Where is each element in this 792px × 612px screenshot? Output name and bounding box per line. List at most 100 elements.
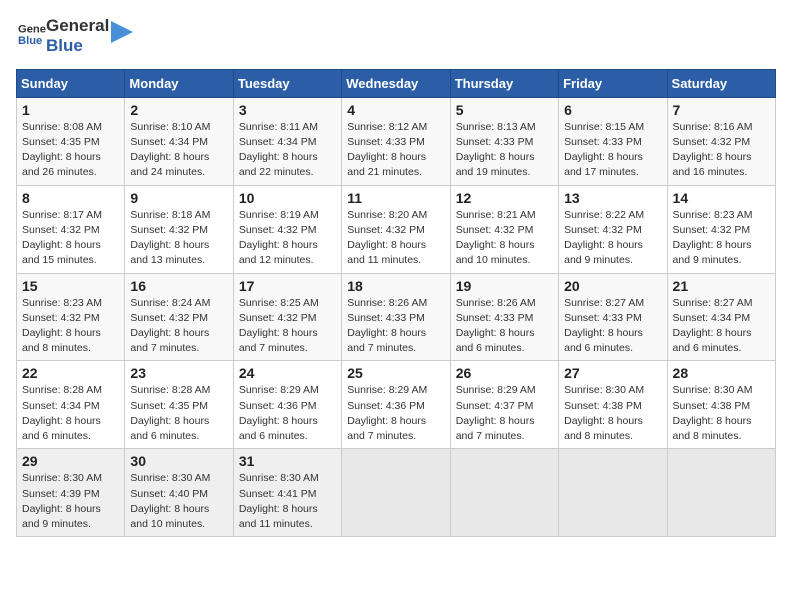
day-info: Sunrise: 8:29 AMSunset: 4:36 PMDaylight:… [239,384,319,442]
calendar-week-row: 15Sunrise: 8:23 AMSunset: 4:32 PMDayligh… [17,273,776,361]
calendar-cell: 26 Sunrise: 8:29 AMSunset: 4:37 PMDayligh… [450,361,558,449]
day-info: Sunrise: 8:21 AMSunset: 4:32 PMDaylight:… [456,209,536,267]
day-info: Sunrise: 8:18 AMSunset: 4:32 PMDaylight:… [130,209,210,267]
day-info: Sunrise: 8:22 AMSunset: 4:32 PMDaylight:… [564,209,644,267]
day-info: Sunrise: 8:30 AMSunset: 4:41 PMDaylight:… [239,472,319,530]
day-info: Sunrise: 8:13 AMSunset: 4:33 PMDaylight:… [456,121,536,179]
calendar-cell [559,449,667,537]
calendar-cell: 2Sunrise: 8:10 AMSunset: 4:34 PMDaylight… [125,97,233,185]
day-info: Sunrise: 8:28 AMSunset: 4:34 PMDaylight:… [22,384,102,442]
day-number: 4 [347,102,444,118]
calendar-cell: 22Sunrise: 8:28 AMSunset: 4:34 PMDayligh… [17,361,125,449]
weekday-header-saturday: Saturday [667,69,775,97]
calendar-cell: 14 Sunrise: 8:23 AMSunset: 4:32 PMDayligh… [667,185,775,273]
weekday-header-monday: Monday [125,69,233,97]
weekday-header-sunday: Sunday [17,69,125,97]
day-number: 6 [564,102,661,118]
svg-text:Blue: Blue [18,35,42,47]
calendar-cell: 10 Sunrise: 8:19 AMSunset: 4:32 PMDayligh… [233,185,341,273]
day-info: Sunrise: 8:19 AMSunset: 4:32 PMDaylight:… [239,209,319,267]
day-number: 14 [673,190,770,206]
day-number: 21 [673,278,770,294]
calendar-cell: 21 Sunrise: 8:27 AMSunset: 4:34 PMDayligh… [667,273,775,361]
day-info: Sunrise: 8:30 AMSunset: 4:38 PMDaylight:… [564,384,644,442]
calendar-cell: 3 Sunrise: 8:11 AMSunset: 4:34 PMDaylight… [233,97,341,185]
day-number: 17 [239,278,336,294]
day-info: Sunrise: 8:23 AMSunset: 4:32 PMDaylight:… [673,209,753,267]
day-number: 5 [456,102,553,118]
day-number: 20 [564,278,661,294]
calendar-cell: 6Sunrise: 8:15 AMSunset: 4:33 PMDaylight… [559,97,667,185]
calendar-table: SundayMondayTuesdayWednesdayThursdayFrid… [16,69,776,537]
day-number: 18 [347,278,444,294]
calendar-cell: 8 Sunrise: 8:17 AMSunset: 4:32 PMDaylight… [17,185,125,273]
day-number: 2 [130,102,227,118]
day-number: 7 [673,102,770,118]
weekday-header-thursday: Thursday [450,69,558,97]
calendar-cell: 7 Sunrise: 8:16 AMSunset: 4:32 PMDaylight… [667,97,775,185]
page-header: General Blue General Blue [16,16,776,57]
day-info: Sunrise: 8:25 AMSunset: 4:32 PMDaylight:… [239,297,319,355]
day-info: Sunrise: 8:20 AMSunset: 4:32 PMDaylight:… [347,209,427,267]
logo-icon: General Blue [18,20,46,48]
day-number: 15 [22,278,119,294]
logo-arrow-icon [111,21,133,43]
day-number: 30 [130,453,227,469]
calendar-cell: 4Sunrise: 8:12 AMSunset: 4:33 PMDaylight… [342,97,450,185]
day-number: 13 [564,190,661,206]
calendar-cell: 20 Sunrise: 8:27 AMSunset: 4:33 PMDayligh… [559,273,667,361]
day-info: Sunrise: 8:29 AMSunset: 4:37 PMDaylight:… [456,384,536,442]
day-info: Sunrise: 8:26 AMSunset: 4:33 PMDaylight:… [456,297,536,355]
day-number: 10 [239,190,336,206]
calendar-week-row: 8 Sunrise: 8:17 AMSunset: 4:32 PMDaylight… [17,185,776,273]
day-number: 27 [564,365,661,381]
day-number: 8 [22,190,119,206]
day-info: Sunrise: 8:28 AMSunset: 4:35 PMDaylight:… [130,384,210,442]
day-number: 1 [22,102,119,118]
calendar-cell [342,449,450,537]
day-info: Sunrise: 8:27 AMSunset: 4:34 PMDaylight:… [673,297,753,355]
calendar-cell: 24 Sunrise: 8:29 AMSunset: 4:36 PMDayligh… [233,361,341,449]
day-info: Sunrise: 8:17 AMSunset: 4:32 PMDaylight:… [22,209,102,267]
day-number: 24 [239,365,336,381]
day-number: 12 [456,190,553,206]
day-info: Sunrise: 8:30 AMSunset: 4:38 PMDaylight:… [673,384,753,442]
calendar-cell: 11 Sunrise: 8:20 AMSunset: 4:32 PMDayligh… [342,185,450,273]
weekday-header-tuesday: Tuesday [233,69,341,97]
day-number: 25 [347,365,444,381]
day-info: Sunrise: 8:29 AMSunset: 4:36 PMDaylight:… [347,384,427,442]
day-number: 3 [239,102,336,118]
calendar-week-row: 29Sunrise: 8:30 AMSunset: 4:39 PMDayligh… [17,449,776,537]
day-info: Sunrise: 8:27 AMSunset: 4:33 PMDaylight:… [564,297,644,355]
day-info: Sunrise: 8:11 AMSunset: 4:34 PMDaylight:… [239,121,318,179]
calendar-cell: 9 Sunrise: 8:18 AMSunset: 4:32 PMDaylight… [125,185,233,273]
day-number: 11 [347,190,444,206]
calendar-cell: 23Sunrise: 8:28 AMSunset: 4:35 PMDayligh… [125,361,233,449]
calendar-week-row: 1Sunrise: 8:08 AMSunset: 4:35 PMDaylight… [17,97,776,185]
calendar-cell: 13 Sunrise: 8:22 AMSunset: 4:32 PMDayligh… [559,185,667,273]
day-number: 9 [130,190,227,206]
day-number: 28 [673,365,770,381]
calendar-cell: 25 Sunrise: 8:29 AMSunset: 4:36 PMDayligh… [342,361,450,449]
calendar-cell: 16 Sunrise: 8:24 AMSunset: 4:32 PMDayligh… [125,273,233,361]
calendar-week-row: 22Sunrise: 8:28 AMSunset: 4:34 PMDayligh… [17,361,776,449]
day-info: Sunrise: 8:16 AMSunset: 4:32 PMDaylight:… [673,121,753,179]
calendar-cell: 28 Sunrise: 8:30 AMSunset: 4:38 PMDayligh… [667,361,775,449]
day-info: Sunrise: 8:30 AMSunset: 4:39 PMDaylight:… [22,472,102,530]
day-info: Sunrise: 8:30 AMSunset: 4:40 PMDaylight:… [130,472,210,530]
calendar-cell: 1Sunrise: 8:08 AMSunset: 4:35 PMDaylight… [17,97,125,185]
day-number: 16 [130,278,227,294]
day-info: Sunrise: 8:24 AMSunset: 4:32 PMDaylight:… [130,297,210,355]
calendar-cell: 17 Sunrise: 8:25 AMSunset: 4:32 PMDayligh… [233,273,341,361]
weekday-header-row: SundayMondayTuesdayWednesdayThursdayFrid… [17,69,776,97]
weekday-header-friday: Friday [559,69,667,97]
calendar-cell: 29Sunrise: 8:30 AMSunset: 4:39 PMDayligh… [17,449,125,537]
weekday-header-wednesday: Wednesday [342,69,450,97]
day-number: 26 [456,365,553,381]
logo-blue: Blue [46,36,109,56]
logo: General Blue General Blue [16,16,133,57]
calendar-cell: 12 Sunrise: 8:21 AMSunset: 4:32 PMDayligh… [450,185,558,273]
day-info: Sunrise: 8:26 AMSunset: 4:33 PMDaylight:… [347,297,427,355]
day-number: 19 [456,278,553,294]
logo-general: General [46,16,109,36]
